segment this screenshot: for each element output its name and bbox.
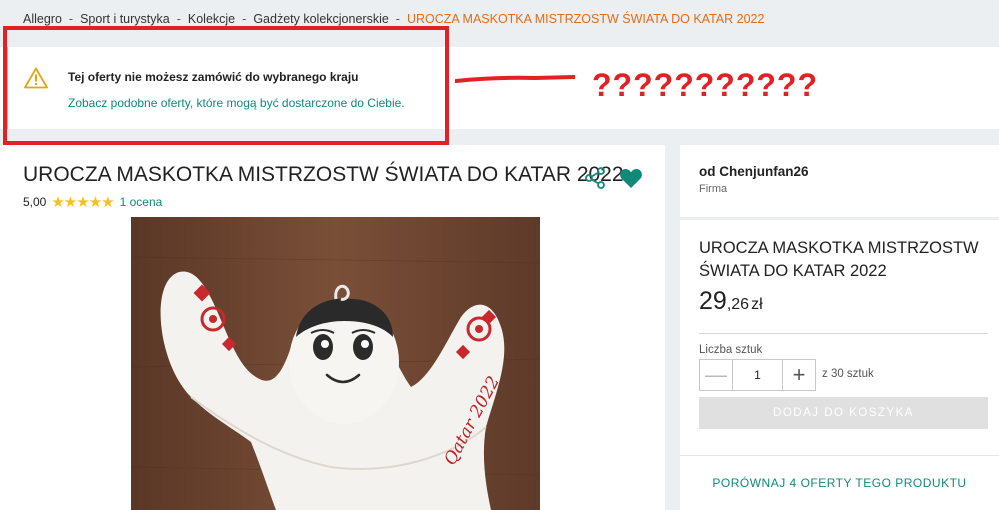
price-decimal: ,26 [726, 296, 750, 313]
quantity-stepper: — + [699, 359, 816, 391]
rating-count-link[interactable]: 1 ocena [120, 195, 163, 209]
breadcrumb-separator: - [395, 12, 400, 26]
breadcrumb-separator: - [68, 12, 74, 26]
annotation-highlight-box [3, 26, 449, 145]
mascot-illustration: Qatar 2022 [131, 217, 540, 510]
breadcrumb-item-sport[interactable]: Sport i turystyka [80, 12, 170, 26]
breadcrumb-item-allegro[interactable]: Allegro [23, 12, 62, 26]
minus-icon[interactable]: — [700, 360, 733, 390]
breadcrumb-item-gadzety[interactable]: Gadżety kolekcjonerskie [253, 12, 388, 26]
heart-icon[interactable] [619, 167, 643, 189]
annotation-question-marks: ??????????? [592, 67, 819, 103]
offer-title: UROCZA MASKOTKA MISTRZOSTW ŚWIATA DO KAT… [699, 239, 979, 280]
rating-row: 5,00 ★★★★★ 1 ocena [23, 193, 162, 211]
seller-panel [680, 145, 999, 217]
breadcrumb: Allegro - Sport i turystyka - Kolekcje - Gadże… [23, 12, 764, 26]
share-icon[interactable] [583, 166, 607, 190]
product-title: UROCZA MASKOTKA MISTRZOSTW ŚWIATA DO KAT… [23, 163, 624, 186]
seller-name-link[interactable]: od Chenjunfan26 [699, 164, 809, 179]
price-integer: 29 [699, 287, 727, 315]
breadcrumb-item-kolekcje[interactable]: Kolekcje [188, 12, 235, 26]
product-image[interactable]: Qatar 2022 [131, 217, 540, 510]
breadcrumb-current: UROCZA MASKOTKA MISTRZOSTW ŚWIATA DO KAT… [406, 12, 765, 26]
annotation-line [455, 75, 575, 83]
divider [680, 455, 999, 456]
stock-available: z 30 sztuk [822, 368, 874, 380]
divider [699, 333, 988, 334]
rating-value: 5,00 [23, 195, 47, 209]
breadcrumb-separator: - [176, 12, 181, 26]
price-currency: zł [751, 296, 763, 313]
compare-offers-link[interactable]: PORÓWNAJ 4 OFERTY TEGO PRODUKTU [680, 476, 999, 490]
breadcrumb-separator: - [242, 12, 247, 26]
price: 29,26 zł [699, 287, 763, 316]
quantity-input[interactable] [733, 360, 782, 390]
plus-icon[interactable]: + [782, 360, 815, 390]
seller-type: Firma [699, 183, 728, 195]
quantity-label: Liczba sztuk [699, 344, 763, 356]
add-to-cart-button[interactable]: DODAJ DO KOSZYKA [699, 397, 988, 429]
star-rating-icon: ★★★★★ [51, 194, 114, 211]
